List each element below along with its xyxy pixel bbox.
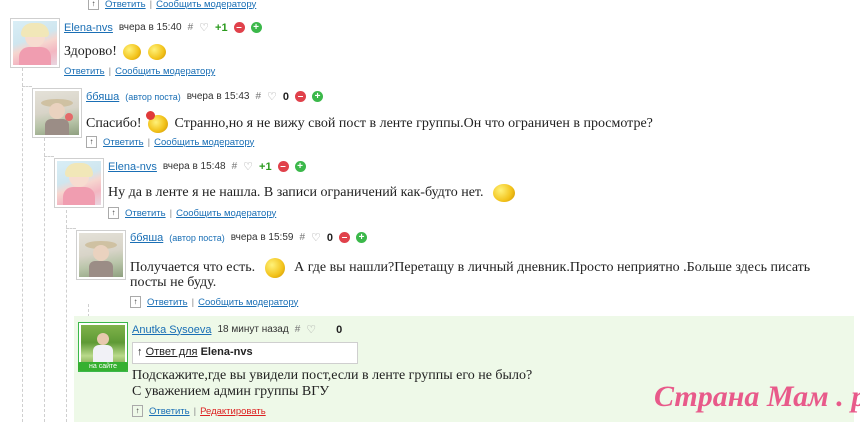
report-link[interactable]: Сообщить модератору xyxy=(115,66,215,77)
comment-links: ↑ Ответить | Сообщить модератору xyxy=(130,296,298,308)
report-link[interactable]: Сообщить модератору xyxy=(156,0,256,10)
up-arrow-icon[interactable]: ↑ xyxy=(130,296,141,308)
author-link[interactable]: Anutka Sysoeva xyxy=(132,324,212,336)
avatar[interactable] xyxy=(10,18,60,68)
vote-up-button[interactable]: + xyxy=(312,91,324,102)
vote-down-button[interactable]: – xyxy=(339,232,351,243)
report-link[interactable]: Сообщить модератору xyxy=(176,208,276,219)
reply-link[interactable]: Ответить xyxy=(125,208,166,219)
comment-meta: Elena-nvs вчера в 15:48 # ♡ +1 – + xyxy=(108,160,306,173)
up-arrow-icon: ↑ xyxy=(137,346,143,358)
heart-icon[interactable]: ♡ xyxy=(311,231,321,244)
reply-link[interactable]: Ответить xyxy=(64,66,105,77)
permalink[interactable]: # xyxy=(255,91,261,102)
thumbs-up-smiley-icon xyxy=(147,44,166,60)
permalink[interactable]: # xyxy=(232,161,238,172)
avatar[interactable] xyxy=(32,88,82,138)
tree-line xyxy=(66,210,67,422)
report-link[interactable]: Сообщить модератору xyxy=(198,297,298,308)
site-watermark: Страна Мам . ру xyxy=(654,380,860,413)
permalink[interactable]: # xyxy=(188,22,194,33)
comment-links: Ответить | Сообщить модератору xyxy=(64,66,216,77)
heart-icon[interactable]: ♡ xyxy=(267,90,277,103)
comment-links: ↑ Ответить | Сообщить модератору xyxy=(108,207,276,219)
thumbs-up-smiley-icon xyxy=(123,44,142,60)
author-link[interactable]: Elena-nvs xyxy=(108,161,157,173)
score: 0 xyxy=(336,323,343,336)
comment-time: вчера в 15:48 xyxy=(162,161,226,172)
post-author-badge: (автор поста) xyxy=(169,232,225,243)
edit-link[interactable]: Редактировать xyxy=(200,406,266,417)
vote-up-button[interactable]: + xyxy=(294,161,306,172)
author-link[interactable]: Elena-nvs xyxy=(64,22,113,34)
comment-text: Здорово! xyxy=(64,44,166,60)
up-arrow-icon[interactable]: ↑ xyxy=(108,207,119,219)
score: +1 xyxy=(215,21,228,34)
report-link[interactable]: Сообщить модератору xyxy=(154,137,254,148)
vote-down-button[interactable]: – xyxy=(295,91,307,102)
sad-smiley-icon xyxy=(264,258,285,278)
up-arrow-icon[interactable]: ↑ xyxy=(88,0,99,10)
comment-text-line2: С уважением админ группы ВГУ xyxy=(132,384,330,399)
vote-up-button[interactable]: + xyxy=(250,22,262,33)
comment-text: Ну да в ленте я не нашла. В записи огран… xyxy=(108,184,515,202)
heart-icon[interactable]: ♡ xyxy=(243,160,253,173)
comment-meta: ббяша (автор поста) вчера в 15:43 # ♡ 0 … xyxy=(86,90,324,103)
permalink[interactable]: # xyxy=(299,232,305,243)
heart-icon[interactable]: ♡ xyxy=(306,323,316,336)
avatar-image xyxy=(57,161,101,205)
reply-link[interactable]: Ответить xyxy=(147,297,188,308)
reply-to-prefix: Ответ для xyxy=(145,346,198,358)
comment-links: ↑ Ответить | Сообщить модератору xyxy=(86,136,254,148)
comment-text: Спасибо! Странно,но я не вижу свой пост … xyxy=(86,111,653,133)
comment-links: ↑ Ответить | Редактировать xyxy=(132,405,266,417)
comment-text-line2: посты не буду. xyxy=(130,275,217,290)
reply-to-name: Elena-nvs xyxy=(200,346,253,358)
comment-meta: ббяша (автор поста) вчера в 15:59 # ♡ 0 … xyxy=(130,231,368,244)
smiley-icon xyxy=(492,184,515,202)
avatar-image xyxy=(35,91,79,135)
avatar-image xyxy=(13,21,57,65)
vote-down-button[interactable]: – xyxy=(277,161,289,172)
score: 0 xyxy=(282,90,290,103)
avatar[interactable] xyxy=(76,230,126,280)
post-author-badge: (автор поста) xyxy=(125,91,181,102)
vote-up-button[interactable]: + xyxy=(356,232,368,243)
comment-text: Подскажите,где вы увидели пост,если в ле… xyxy=(132,368,533,383)
comment-time: вчера в 15:43 xyxy=(186,91,250,102)
up-arrow-icon[interactable]: ↑ xyxy=(132,405,143,417)
reply-link[interactable]: Ответить xyxy=(103,137,144,148)
tree-line xyxy=(66,228,76,229)
avatar[interactable] xyxy=(54,158,104,208)
tree-line xyxy=(44,156,54,157)
comment-meta: Anutka Sysoeva 18 минут назад # ♡ 0 xyxy=(132,323,343,337)
flower-smiley-icon xyxy=(146,111,169,133)
comment-time: вчера в 15:40 xyxy=(118,22,182,33)
prev-comment-links: ↑ Ответить | Сообщить модератору xyxy=(88,0,256,10)
reply-to-box[interactable]: ↑ Ответ для Elena-nvs xyxy=(132,342,358,364)
reply-link[interactable]: Ответить xyxy=(149,406,190,417)
tree-line xyxy=(22,68,23,422)
comment-meta: Elena-nvs вчера в 15:40 # ♡ +1 – + xyxy=(64,21,262,34)
comment-text: Получается что есть. А где вы нашли?Пере… xyxy=(130,258,850,278)
avatar-image xyxy=(79,233,123,277)
vote-down-button[interactable]: – xyxy=(233,22,245,33)
reply-link[interactable]: Ответить xyxy=(105,0,146,10)
comment-time: вчера в 15:59 xyxy=(230,232,294,243)
score: 0 xyxy=(326,231,334,244)
score: +1 xyxy=(259,160,272,173)
online-badge: на сайте xyxy=(78,362,128,371)
comment-time: 18 минут назад xyxy=(217,324,289,335)
up-arrow-icon[interactable]: ↑ xyxy=(86,136,97,148)
tree-line xyxy=(22,86,32,87)
heart-icon[interactable]: ♡ xyxy=(199,21,209,34)
permalink[interactable]: # xyxy=(295,324,301,335)
tree-line xyxy=(44,138,45,422)
author-link[interactable]: ббяша xyxy=(130,232,163,244)
author-link[interactable]: ббяша xyxy=(86,91,119,103)
